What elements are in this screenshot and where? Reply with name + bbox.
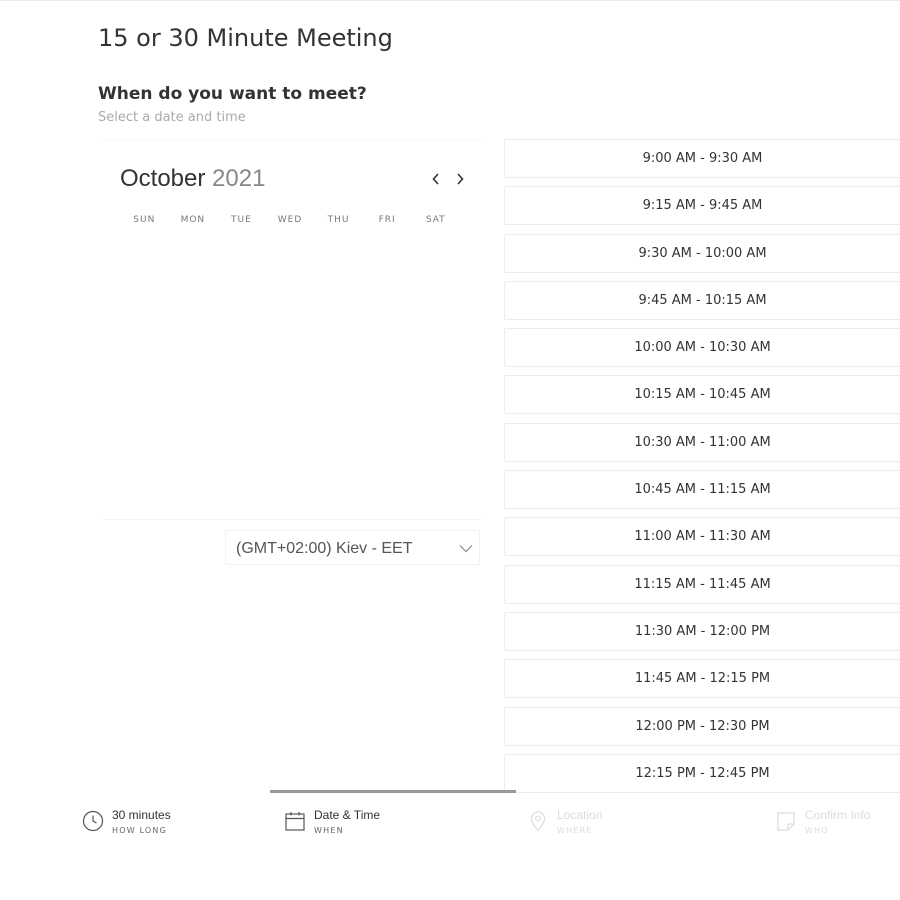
time-slot-button[interactable]: 11:30 AM - 12:00 PM — [504, 611, 900, 651]
next-month-button[interactable] — [452, 168, 468, 190]
step-subtitle: WHEN — [314, 826, 344, 835]
time-slot-button[interactable]: 10:00 AM - 10:30 AM — [504, 328, 900, 368]
step-title: Date & Time — [314, 808, 381, 822]
chevron-right-icon — [457, 173, 464, 185]
time-slot-button[interactable]: 11:00 AM - 11:30 AM — [504, 517, 900, 557]
weekday-fri: FRI — [378, 215, 396, 225]
page-title: 15 or 30 Minute Meeting — [98, 24, 393, 52]
step-subtitle: WHERE — [557, 826, 593, 835]
chevron-down-icon — [459, 545, 473, 553]
calendar-panel: October 2021 SUN MON TUE WED THU FRI SAT — [103, 140, 481, 520]
chevron-left-icon — [432, 173, 439, 185]
weekday-thu: THU — [327, 215, 350, 225]
time-slot-button[interactable]: 9:15 AM - 9:45 AM — [504, 186, 900, 226]
step-title: Confirm Info — [805, 808, 871, 822]
step-title: Location — [557, 808, 603, 822]
calendar-icon — [285, 812, 305, 831]
step-subtitle: WHO — [805, 826, 829, 835]
weekday-header: SUN MON TUE WED THU FRI SAT — [120, 215, 460, 225]
top-divider — [0, 0, 900, 1]
time-slot-list: 9:00 AM - 9:30 AM 9:15 AM - 9:45 AM 9:30… — [504, 139, 900, 794]
timezone-select[interactable]: (GMT+02:00) Kiev - EET — [225, 530, 480, 565]
clock-icon — [82, 810, 104, 832]
weekday-sun: SUN — [133, 215, 156, 225]
month-name: October — [120, 165, 206, 192]
active-step-indicator — [270, 790, 516, 793]
year-label: 2021 — [212, 165, 266, 192]
weekday-sat: SAT — [425, 215, 446, 225]
booking-steps: 30 minutes HOW LONG Date & Time WHEN Loc… — [0, 790, 900, 850]
weekday-tue: TUE — [231, 215, 252, 225]
month-year-label: October 2021 — [120, 165, 265, 193]
time-slot-button[interactable]: 12:15 PM - 12:45 PM — [504, 753, 900, 793]
step-subtitle: HOW LONG — [112, 826, 168, 835]
prev-month-button[interactable] — [428, 168, 444, 190]
time-slot-button[interactable]: 9:45 AM - 10:15 AM — [504, 280, 900, 320]
weekday-mon: MON — [180, 215, 206, 225]
weekday-wed: WED — [277, 215, 303, 225]
time-slot-button[interactable]: 11:45 AM - 12:15 PM — [504, 659, 900, 699]
time-slot-button[interactable]: 10:45 AM - 11:15 AM — [504, 470, 900, 510]
timezone-value: (GMT+02:00) Kiev - EET — [236, 540, 413, 557]
section-hint: Select a date and time — [98, 110, 246, 125]
time-slot-button[interactable]: 9:00 AM - 9:30 AM — [504, 139, 900, 178]
section-heading: When do you want to meet? — [98, 84, 367, 104]
time-slot-button[interactable]: 12:00 PM - 12:30 PM — [504, 706, 900, 746]
step-title: 30 minutes — [112, 808, 171, 822]
time-slot-button[interactable]: 10:30 AM - 11:00 AM — [504, 422, 900, 462]
time-slot-button[interactable]: 10:15 AM - 10:45 AM — [504, 375, 900, 415]
map-pin-icon — [530, 811, 546, 832]
time-slot-button[interactable]: 9:30 AM - 10:00 AM — [504, 233, 900, 273]
time-slot-button[interactable]: 11:15 AM - 11:45 AM — [504, 564, 900, 604]
note-icon — [777, 812, 795, 831]
